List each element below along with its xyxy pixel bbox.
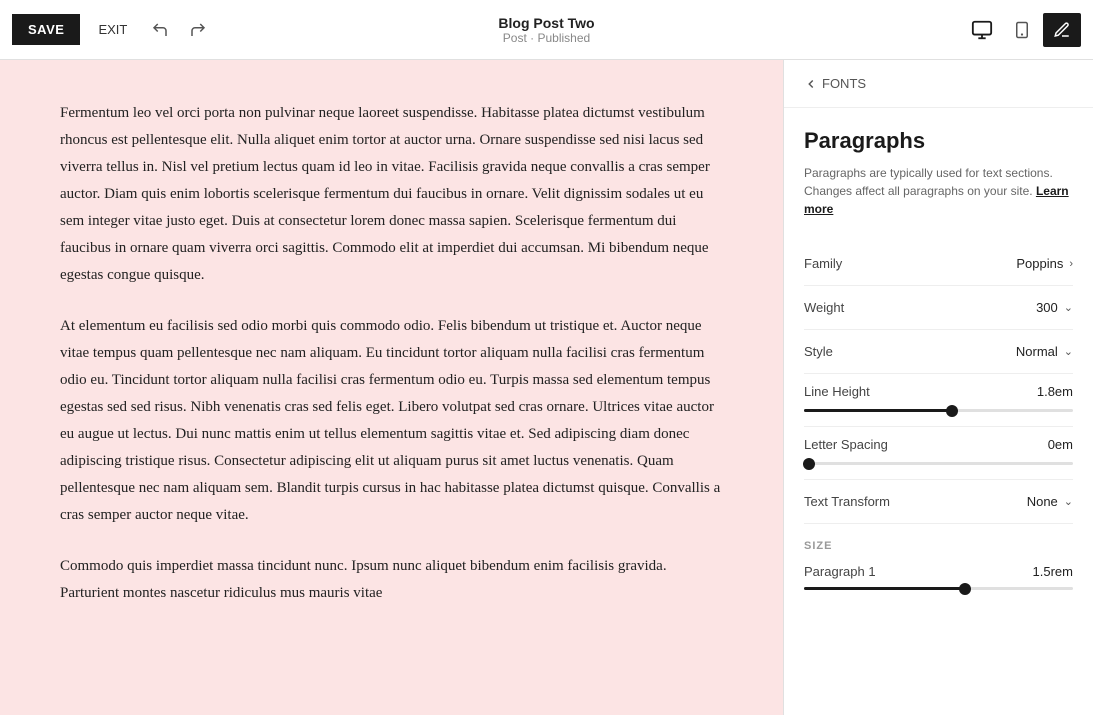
undo-icon [151, 21, 169, 39]
letter-spacing-track[interactable] [804, 462, 1073, 465]
weight-value-group[interactable]: 300 ⌄ [1036, 300, 1073, 315]
line-height-fill [804, 409, 952, 412]
editor-content: Fermentum leo vel orci porta non pulvina… [60, 100, 723, 607]
text-transform-value-group[interactable]: None ⌄ [1027, 494, 1073, 509]
text-transform-label: Text Transform [804, 494, 890, 509]
paragraph1-size-thumb[interactable] [959, 583, 971, 595]
family-caret: › [1069, 258, 1073, 270]
fonts-panel: FONTS Paragraphs Paragraphs are typicall… [783, 60, 1093, 715]
paragraph1-size-row: Paragraph 1 1.5rem [804, 564, 1073, 579]
mobile-icon [1013, 19, 1031, 41]
letter-spacing-row: Letter Spacing 0em [804, 427, 1073, 480]
style-row: Style Normal ⌄ [804, 330, 1073, 374]
paragraph1-size-value: 1.5rem [1033, 564, 1073, 579]
text-transform-value: None [1027, 494, 1058, 509]
style-value: Normal [1016, 344, 1058, 359]
paragraph1-size-fill [804, 587, 965, 590]
desktop-icon [971, 19, 993, 41]
desktop-view-button[interactable] [963, 13, 1001, 47]
weight-value: 300 [1036, 300, 1058, 315]
post-subtitle: Post · Published [498, 31, 594, 45]
text-transform-caret: ⌄ [1064, 495, 1073, 508]
panel-back-button[interactable]: FONTS [804, 76, 866, 91]
line-height-label: Line Height [804, 384, 870, 399]
paragraph-3: Commodo quis imperdiet massa tincidunt n… [60, 553, 723, 607]
post-title: Blog Post Two [498, 15, 594, 31]
paragraph1-size-label: Paragraph 1 [804, 564, 876, 579]
panel-section-title: Paragraphs [804, 128, 1073, 154]
main-area: Fermentum leo vel orci porta non pulvina… [0, 60, 1093, 715]
size-section-label: SIZE [804, 540, 1073, 552]
redo-icon [189, 21, 207, 39]
toolbar-center: Blog Post Two Post · Published [498, 15, 594, 45]
letter-spacing-header: Letter Spacing 0em [804, 437, 1073, 452]
text-transform-row: Text Transform None ⌄ [804, 480, 1073, 524]
mobile-view-button[interactable] [1005, 13, 1039, 47]
family-row: Family Poppins › [804, 242, 1073, 286]
save-button[interactable]: SAVE [12, 14, 80, 45]
paragraph-2: At elementum eu facilisis sed odio morbi… [60, 313, 723, 529]
family-value: Poppins [1016, 256, 1063, 271]
letter-spacing-label: Letter Spacing [804, 437, 888, 452]
line-height-row: Line Height 1.8em [804, 374, 1073, 427]
letter-spacing-thumb[interactable] [803, 458, 815, 470]
design-button[interactable] [1043, 13, 1081, 47]
chevron-left-icon [804, 77, 818, 91]
panel-body: Paragraphs Paragraphs are typically used… [784, 108, 1093, 618]
redo-button[interactable] [183, 15, 213, 45]
paragraph-1: Fermentum leo vel orci porta non pulvina… [60, 100, 723, 289]
paragraph1-size-track[interactable] [804, 587, 1073, 590]
size-section: SIZE Paragraph 1 1.5rem [804, 524, 1073, 590]
weight-label: Weight [804, 300, 844, 315]
undo-button[interactable] [145, 15, 175, 45]
style-caret: ⌄ [1064, 345, 1073, 358]
panel-header: FONTS [784, 60, 1093, 108]
toolbar: SAVE EXIT Blog Post Two Post · Published [0, 0, 1093, 60]
letter-spacing-value: 0em [1048, 437, 1073, 452]
paint-icon [1053, 21, 1071, 39]
line-height-track[interactable] [804, 409, 1073, 412]
exit-button[interactable]: EXIT [88, 16, 137, 43]
editor-area: Fermentum leo vel orci porta non pulvina… [0, 60, 783, 715]
weight-row: Weight 300 ⌄ [804, 286, 1073, 330]
panel-description: Paragraphs are typically used for text s… [804, 164, 1073, 218]
family-label: Family [804, 256, 842, 271]
style-value-group[interactable]: Normal ⌄ [1016, 344, 1073, 359]
line-height-value: 1.8em [1037, 384, 1073, 399]
style-label: Style [804, 344, 833, 359]
line-height-thumb[interactable] [946, 405, 958, 417]
toolbar-right [963, 13, 1081, 47]
weight-caret: ⌄ [1064, 301, 1073, 314]
panel-back-label: FONTS [822, 76, 866, 91]
line-height-header: Line Height 1.8em [804, 384, 1073, 399]
family-value-group[interactable]: Poppins › [1016, 256, 1073, 271]
